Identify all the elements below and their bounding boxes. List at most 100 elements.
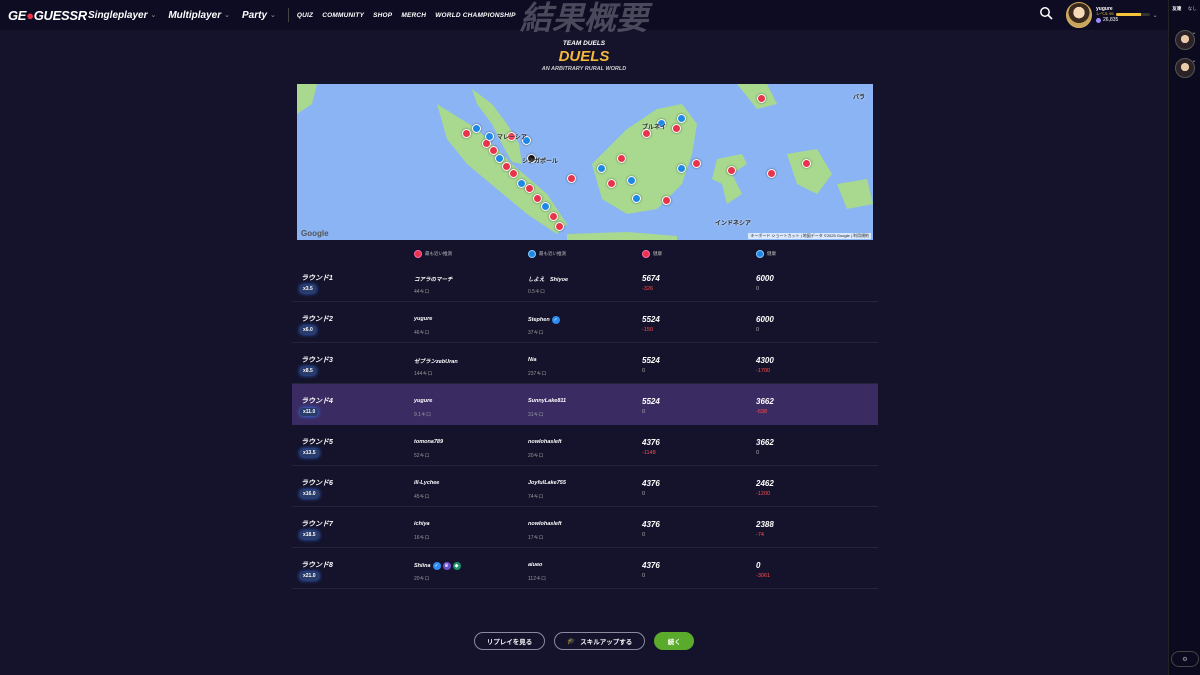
round-multiplier: x18.5 xyxy=(300,531,319,539)
blue-guess-marker-icon[interactable] xyxy=(541,202,550,211)
results-map[interactable]: シンガポール ブルネイ インドネシア マレーシア バラ Google キーボード… xyxy=(297,84,873,240)
red-closest-distance: 9.1キロ xyxy=(414,412,431,418)
tab-none[interactable]: なし xyxy=(1188,6,1197,12)
red-closest-player[interactable]: yugure xyxy=(414,398,432,404)
red-guess-marker-icon[interactable] xyxy=(607,179,616,188)
red-guess-marker-icon[interactable] xyxy=(555,222,564,231)
blue-closest-player[interactable]: しよえ Shiyoe xyxy=(528,275,568,283)
player-name: コアラのマーチ xyxy=(414,277,453,283)
red-guess-marker-icon[interactable] xyxy=(617,154,626,163)
blue-guess-marker-icon[interactable] xyxy=(495,154,504,163)
blue-closest-player[interactable]: JoyfulLake755 xyxy=(528,480,566,486)
round-results-table: 最も近い推測 最も近い推測 健康 健康 ラウンド1 x3.5 コアラのマーチ 44キロ… xyxy=(292,247,878,589)
table-row[interactable]: ラウンド5 x13.5 tomona789 52キロ nowlohasleft 20キロ 4… xyxy=(292,425,878,466)
red-guess-marker-icon[interactable] xyxy=(662,196,671,205)
blue-guess-marker-icon[interactable] xyxy=(472,124,481,133)
settings-icon[interactable]: ⚙ xyxy=(1171,651,1199,667)
round-name: ラウンド8 xyxy=(301,562,333,569)
blue-guess-marker-icon[interactable] xyxy=(627,176,636,185)
blue-health-score: 3662 xyxy=(756,438,774,447)
round-multiplier: x6.0 xyxy=(300,326,316,334)
red-guess-marker-icon[interactable] xyxy=(509,169,518,178)
ghost-title: 結果概要 xyxy=(519,0,648,36)
continue-button[interactable]: 続く xyxy=(654,632,695,650)
replay-button[interactable]: リプレイを見る xyxy=(473,632,546,650)
table-row[interactable]: ラウンド1 x3.5 コアラのマーチ 44キロ しよえ Shiyoe 0.5キロ 5674 -… xyxy=(292,261,878,302)
red-closest-player[interactable]: コアラのマーチ xyxy=(414,275,453,283)
friend-avatar[interactable]: ⌄ xyxy=(1174,58,1197,78)
map-label-malaysia: マレーシア xyxy=(497,135,527,141)
chevron-down-icon: ⌄ xyxy=(1191,30,1197,36)
red-guess-marker-icon[interactable] xyxy=(549,212,558,221)
red-guess-marker-icon[interactable] xyxy=(692,159,701,168)
red-closest-distance: 44キロ xyxy=(414,289,430,295)
blue-closest-distance: 74キロ xyxy=(528,494,544,500)
round-multiplier: x3.5 xyxy=(300,285,316,293)
table-row[interactable]: ラウンド6 x16.0 ill-Lychee 45キロ JoyfulLake755 74キ… xyxy=(292,466,878,507)
red-closest-player[interactable]: ゼブランzebUran xyxy=(414,357,458,365)
red-closest-distance: 52キロ xyxy=(414,453,430,459)
red-guess-marker-icon[interactable] xyxy=(767,169,776,178)
player-name: ill-Lychee xyxy=(414,480,440,486)
map-label-palau: バラ xyxy=(853,95,866,101)
player-name: SunnyLake811 xyxy=(528,398,567,404)
blue-guess-marker-icon[interactable] xyxy=(677,164,686,173)
round-name: ラウンド4 xyxy=(301,398,333,405)
red-guess-marker-icon[interactable] xyxy=(567,174,576,183)
table-row[interactable]: ラウンド8 x21.0 Shiina ✓ ♛ ◆ 20キロ aiueo 112キロ 4376 0 0 -… xyxy=(292,548,878,589)
round-name: ラウンド3 xyxy=(301,357,333,364)
player-name: yugure xyxy=(414,398,433,404)
blue-closest-player[interactable]: aiueo xyxy=(528,562,542,568)
red-guess-marker-icon[interactable] xyxy=(525,184,534,193)
round-name: ラウンド7 xyxy=(301,521,333,528)
red-guess-marker-icon[interactable] xyxy=(802,159,811,168)
round-multiplier: x11.0 xyxy=(300,408,319,416)
blue-team-pin-icon xyxy=(756,250,764,258)
table-row[interactable]: ラウンド3 x8.5 ゼブランzebUran 144キロ Nia 237キロ 5524 0 43… xyxy=(292,343,878,384)
rank-badge-icon: ♛ xyxy=(442,562,451,570)
red-guess-marker-icon[interactable] xyxy=(727,166,736,175)
red-health-delta: -1148 xyxy=(642,450,656,456)
red-closest-player[interactable]: tomona789 xyxy=(414,439,443,445)
red-health-score: 4376 xyxy=(642,520,660,529)
player-name: tomona789 xyxy=(414,439,444,445)
table-row[interactable]: ラウンド7 x18.5 ichiya 16キロ nowlohasleft 17キロ 4376… xyxy=(292,507,878,548)
map-name: AN ARBITRARY RURAL WORLD xyxy=(541,66,627,72)
blue-closest-player[interactable]: Nia xyxy=(528,357,537,363)
red-guess-marker-icon[interactable] xyxy=(757,94,766,103)
red-guess-marker-icon[interactable] xyxy=(462,129,471,138)
blue-guess-marker-icon[interactable] xyxy=(677,114,686,123)
red-guess-marker-icon[interactable] xyxy=(533,194,542,203)
friend-avatar[interactable]: ⌄ xyxy=(1174,30,1197,50)
table-row[interactable]: ラウンド2 x6.0 yugure 46キロ Stephen ✓ 37キロ 5524 -150 6… xyxy=(292,302,878,343)
blue-closest-player[interactable]: nowlohasleft xyxy=(528,521,562,527)
skillup-button[interactable]: 🎓 スキルアップする xyxy=(554,632,646,650)
blue-health-score: 6000 xyxy=(756,274,774,283)
red-health-score: 5524 xyxy=(642,356,660,365)
blue-guess-marker-icon[interactable] xyxy=(597,164,606,173)
red-guess-marker-icon[interactable] xyxy=(672,124,681,133)
red-closest-player[interactable]: ill-Lychee xyxy=(414,480,439,486)
red-closest-distance: 16キロ xyxy=(414,535,430,541)
player-name: Stephen xyxy=(528,317,550,323)
player-name: JoyfulLake755 xyxy=(528,480,566,486)
red-closest-player[interactable]: yugure xyxy=(414,316,432,322)
tab-friends[interactable]: 友達 xyxy=(1172,6,1181,12)
blue-closest-player[interactable]: SunnyLake811 xyxy=(528,398,566,404)
red-health-score: 5524 xyxy=(642,397,660,406)
blue-closest-player[interactable]: Stephen ✓ xyxy=(528,316,560,324)
blue-guess-marker-icon[interactable] xyxy=(485,132,494,141)
blue-guess-marker-icon[interactable] xyxy=(632,194,641,203)
table-row[interactable]: ラウンド4 x11.0 yugure 9.1キロ SunnyLake811 31キロ 552… xyxy=(292,384,878,425)
red-closest-player[interactable]: ichiya xyxy=(414,521,430,527)
round-multiplier: x21.0 xyxy=(300,572,319,580)
blue-health-delta: -638 xyxy=(756,409,768,415)
red-closest-player[interactable]: Shiina ✓ ♛ ◆ xyxy=(414,562,461,570)
red-health-score: 4376 xyxy=(642,438,660,447)
map-label-indonesia: インドネシア xyxy=(715,221,752,227)
blue-closest-player[interactable]: nowlohasleft xyxy=(528,439,562,445)
map-label-brunei: ブルネイ xyxy=(642,125,667,131)
map-attribution[interactable]: キーボード ショートカット | 地図データ ©2025 Google | 利用規… xyxy=(748,233,871,239)
blue-team-pin-icon xyxy=(528,250,536,258)
player-name: nowlohasleft xyxy=(528,439,562,445)
